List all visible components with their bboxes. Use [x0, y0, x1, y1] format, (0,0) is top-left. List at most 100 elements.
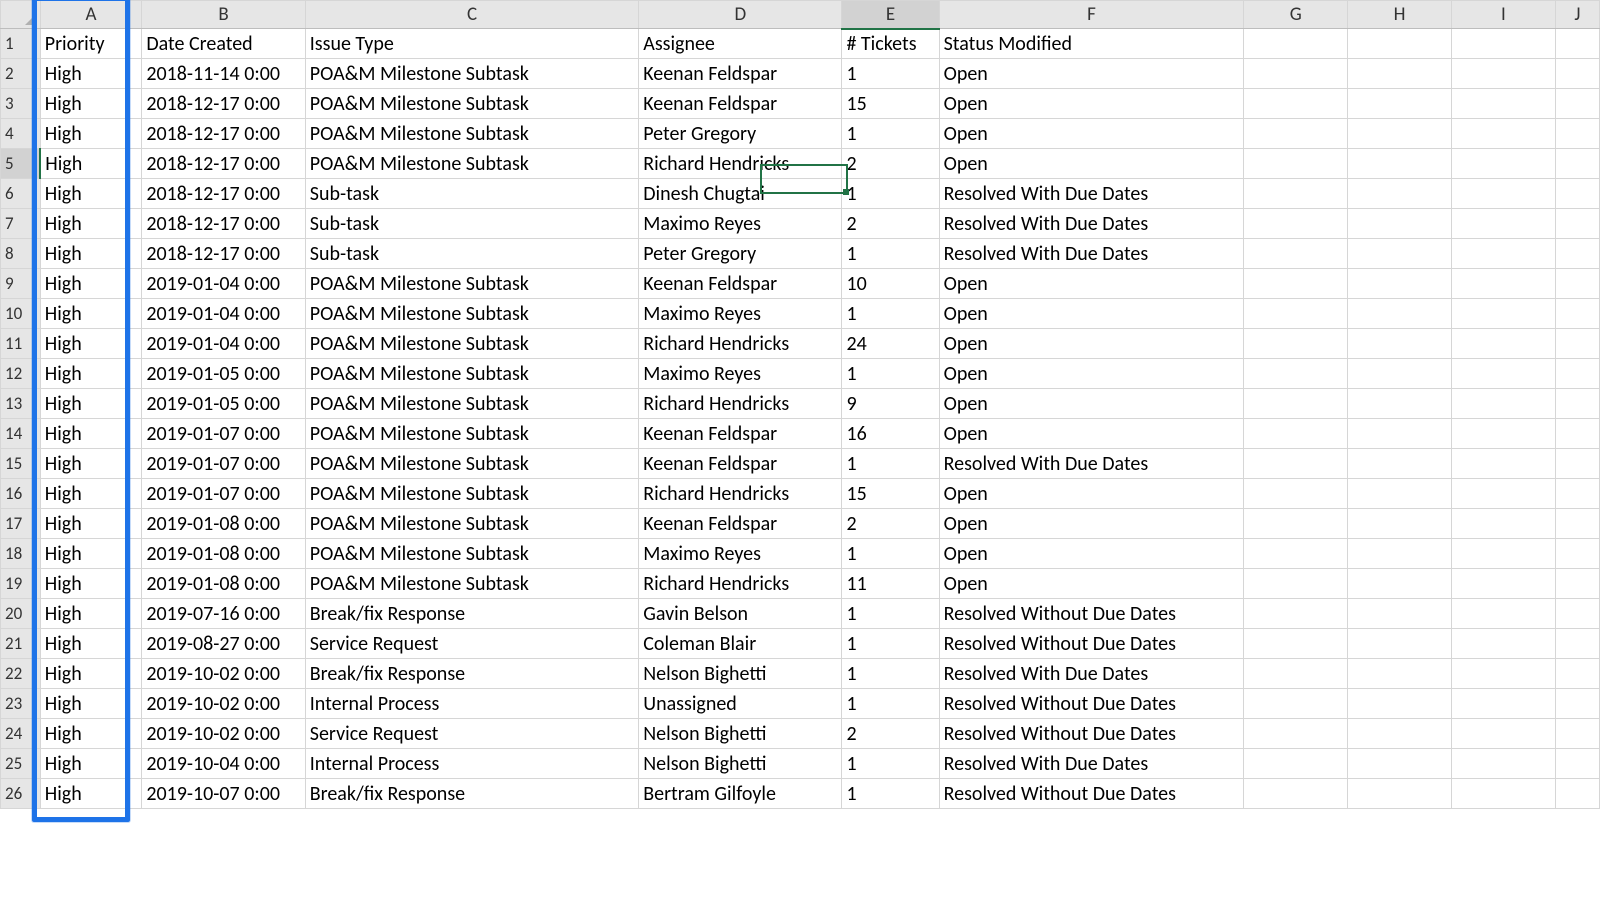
- cell-H4[interactable]: [1348, 119, 1452, 149]
- cell-J25[interactable]: [1555, 749, 1599, 779]
- cell-A11[interactable]: High: [40, 329, 142, 359]
- cell-F10[interactable]: Open: [939, 299, 1244, 329]
- cell-E18[interactable]: 1: [842, 539, 939, 569]
- cell-G2[interactable]: [1244, 59, 1348, 89]
- cell-C12[interactable]: POA&M Milestone Subtask: [305, 359, 638, 389]
- cell-J18[interactable]: [1555, 539, 1599, 569]
- cell-C22[interactable]: Break/fix Response: [305, 659, 638, 689]
- cell-H14[interactable]: [1348, 419, 1452, 449]
- row-header-4[interactable]: 4: [1, 119, 41, 149]
- cell-I23[interactable]: [1451, 689, 1555, 719]
- cell-A7[interactable]: High: [40, 209, 142, 239]
- cell-H11[interactable]: [1348, 329, 1452, 359]
- col-header-B[interactable]: B: [142, 1, 305, 29]
- cell-B5[interactable]: 2018-12-17 0:00: [142, 149, 305, 179]
- cell-A17[interactable]: High: [40, 509, 142, 539]
- col-header-D[interactable]: D: [639, 1, 842, 29]
- cell-C15[interactable]: POA&M Milestone Subtask: [305, 449, 638, 479]
- cell-E15[interactable]: 1: [842, 449, 939, 479]
- cell-D1[interactable]: Assignee: [639, 29, 842, 59]
- cell-C8[interactable]: Sub-task: [305, 239, 638, 269]
- cell-J19[interactable]: [1555, 569, 1599, 599]
- cell-C10[interactable]: POA&M Milestone Subtask: [305, 299, 638, 329]
- cell-F18[interactable]: Open: [939, 539, 1244, 569]
- cell-J21[interactable]: [1555, 629, 1599, 659]
- cell-C1[interactable]: Issue Type: [305, 29, 638, 59]
- cell-G17[interactable]: [1244, 509, 1348, 539]
- cell-F15[interactable]: Resolved With Due Dates: [939, 449, 1244, 479]
- cell-J26[interactable]: [1555, 779, 1599, 809]
- cell-G22[interactable]: [1244, 659, 1348, 689]
- row-header-13[interactable]: 13: [1, 389, 41, 419]
- cell-I1[interactable]: [1451, 29, 1555, 59]
- cell-F1[interactable]: Status Modified: [939, 29, 1244, 59]
- row-header-16[interactable]: 16: [1, 479, 41, 509]
- cell-J6[interactable]: [1555, 179, 1599, 209]
- cell-D26[interactable]: Bertram Gilfoyle: [639, 779, 842, 809]
- cell-H13[interactable]: [1348, 389, 1452, 419]
- cell-G23[interactable]: [1244, 689, 1348, 719]
- cell-B6[interactable]: 2018-12-17 0:00: [142, 179, 305, 209]
- cell-H12[interactable]: [1348, 359, 1452, 389]
- cell-F23[interactable]: Resolved Without Due Dates: [939, 689, 1244, 719]
- cell-G18[interactable]: [1244, 539, 1348, 569]
- cell-H7[interactable]: [1348, 209, 1452, 239]
- cell-D11[interactable]: Richard Hendricks: [639, 329, 842, 359]
- cell-B25[interactable]: 2019-10-04 0:00: [142, 749, 305, 779]
- cell-D13[interactable]: Richard Hendricks: [639, 389, 842, 419]
- cell-I25[interactable]: [1451, 749, 1555, 779]
- cell-I22[interactable]: [1451, 659, 1555, 689]
- cell-A20[interactable]: High: [40, 599, 142, 629]
- row-header-10[interactable]: 10: [1, 299, 41, 329]
- cell-G6[interactable]: [1244, 179, 1348, 209]
- cell-C24[interactable]: Service Request: [305, 719, 638, 749]
- cell-E12[interactable]: 1: [842, 359, 939, 389]
- cell-C9[interactable]: POA&M Milestone Subtask: [305, 269, 638, 299]
- cell-F22[interactable]: Resolved With Due Dates: [939, 659, 1244, 689]
- cell-E25[interactable]: 1: [842, 749, 939, 779]
- cell-E11[interactable]: 24: [842, 329, 939, 359]
- cell-C3[interactable]: POA&M Milestone Subtask: [305, 89, 638, 119]
- cell-B4[interactable]: 2018-12-17 0:00: [142, 119, 305, 149]
- cell-H1[interactable]: [1348, 29, 1452, 59]
- cell-A19[interactable]: High: [40, 569, 142, 599]
- cell-A21[interactable]: High: [40, 629, 142, 659]
- cell-J8[interactable]: [1555, 239, 1599, 269]
- select-all-corner[interactable]: [1, 1, 41, 29]
- cell-G21[interactable]: [1244, 629, 1348, 659]
- row-header-14[interactable]: 14: [1, 419, 41, 449]
- cell-D9[interactable]: Keenan Feldspar: [639, 269, 842, 299]
- cell-F6[interactable]: Resolved With Due Dates: [939, 179, 1244, 209]
- cell-J13[interactable]: [1555, 389, 1599, 419]
- cell-A22[interactable]: High: [40, 659, 142, 689]
- row-header-6[interactable]: 6: [1, 179, 41, 209]
- cell-J7[interactable]: [1555, 209, 1599, 239]
- cell-I21[interactable]: [1451, 629, 1555, 659]
- cell-C14[interactable]: POA&M Milestone Subtask: [305, 419, 638, 449]
- cell-D24[interactable]: Nelson Bighetti: [639, 719, 842, 749]
- cell-C2[interactable]: POA&M Milestone Subtask: [305, 59, 638, 89]
- cell-I14[interactable]: [1451, 419, 1555, 449]
- cell-B24[interactable]: 2019-10-02 0:00: [142, 719, 305, 749]
- cell-G3[interactable]: [1244, 89, 1348, 119]
- cell-H18[interactable]: [1348, 539, 1452, 569]
- cell-E23[interactable]: 1: [842, 689, 939, 719]
- cell-F8[interactable]: Resolved With Due Dates: [939, 239, 1244, 269]
- cell-A6[interactable]: High: [40, 179, 142, 209]
- cell-E9[interactable]: 10: [842, 269, 939, 299]
- cell-A12[interactable]: High: [40, 359, 142, 389]
- cell-A15[interactable]: High: [40, 449, 142, 479]
- cell-J15[interactable]: [1555, 449, 1599, 479]
- cell-F5[interactable]: Open: [939, 149, 1244, 179]
- cell-F26[interactable]: Resolved Without Due Dates: [939, 779, 1244, 809]
- cell-I11[interactable]: [1451, 329, 1555, 359]
- cell-I17[interactable]: [1451, 509, 1555, 539]
- cell-D21[interactable]: Coleman Blair: [639, 629, 842, 659]
- row-header-25[interactable]: 25: [1, 749, 41, 779]
- cell-C11[interactable]: POA&M Milestone Subtask: [305, 329, 638, 359]
- cell-A14[interactable]: High: [40, 419, 142, 449]
- cell-B3[interactable]: 2018-12-17 0:00: [142, 89, 305, 119]
- cell-J9[interactable]: [1555, 269, 1599, 299]
- cell-H3[interactable]: [1348, 89, 1452, 119]
- cell-D10[interactable]: Maximo Reyes: [639, 299, 842, 329]
